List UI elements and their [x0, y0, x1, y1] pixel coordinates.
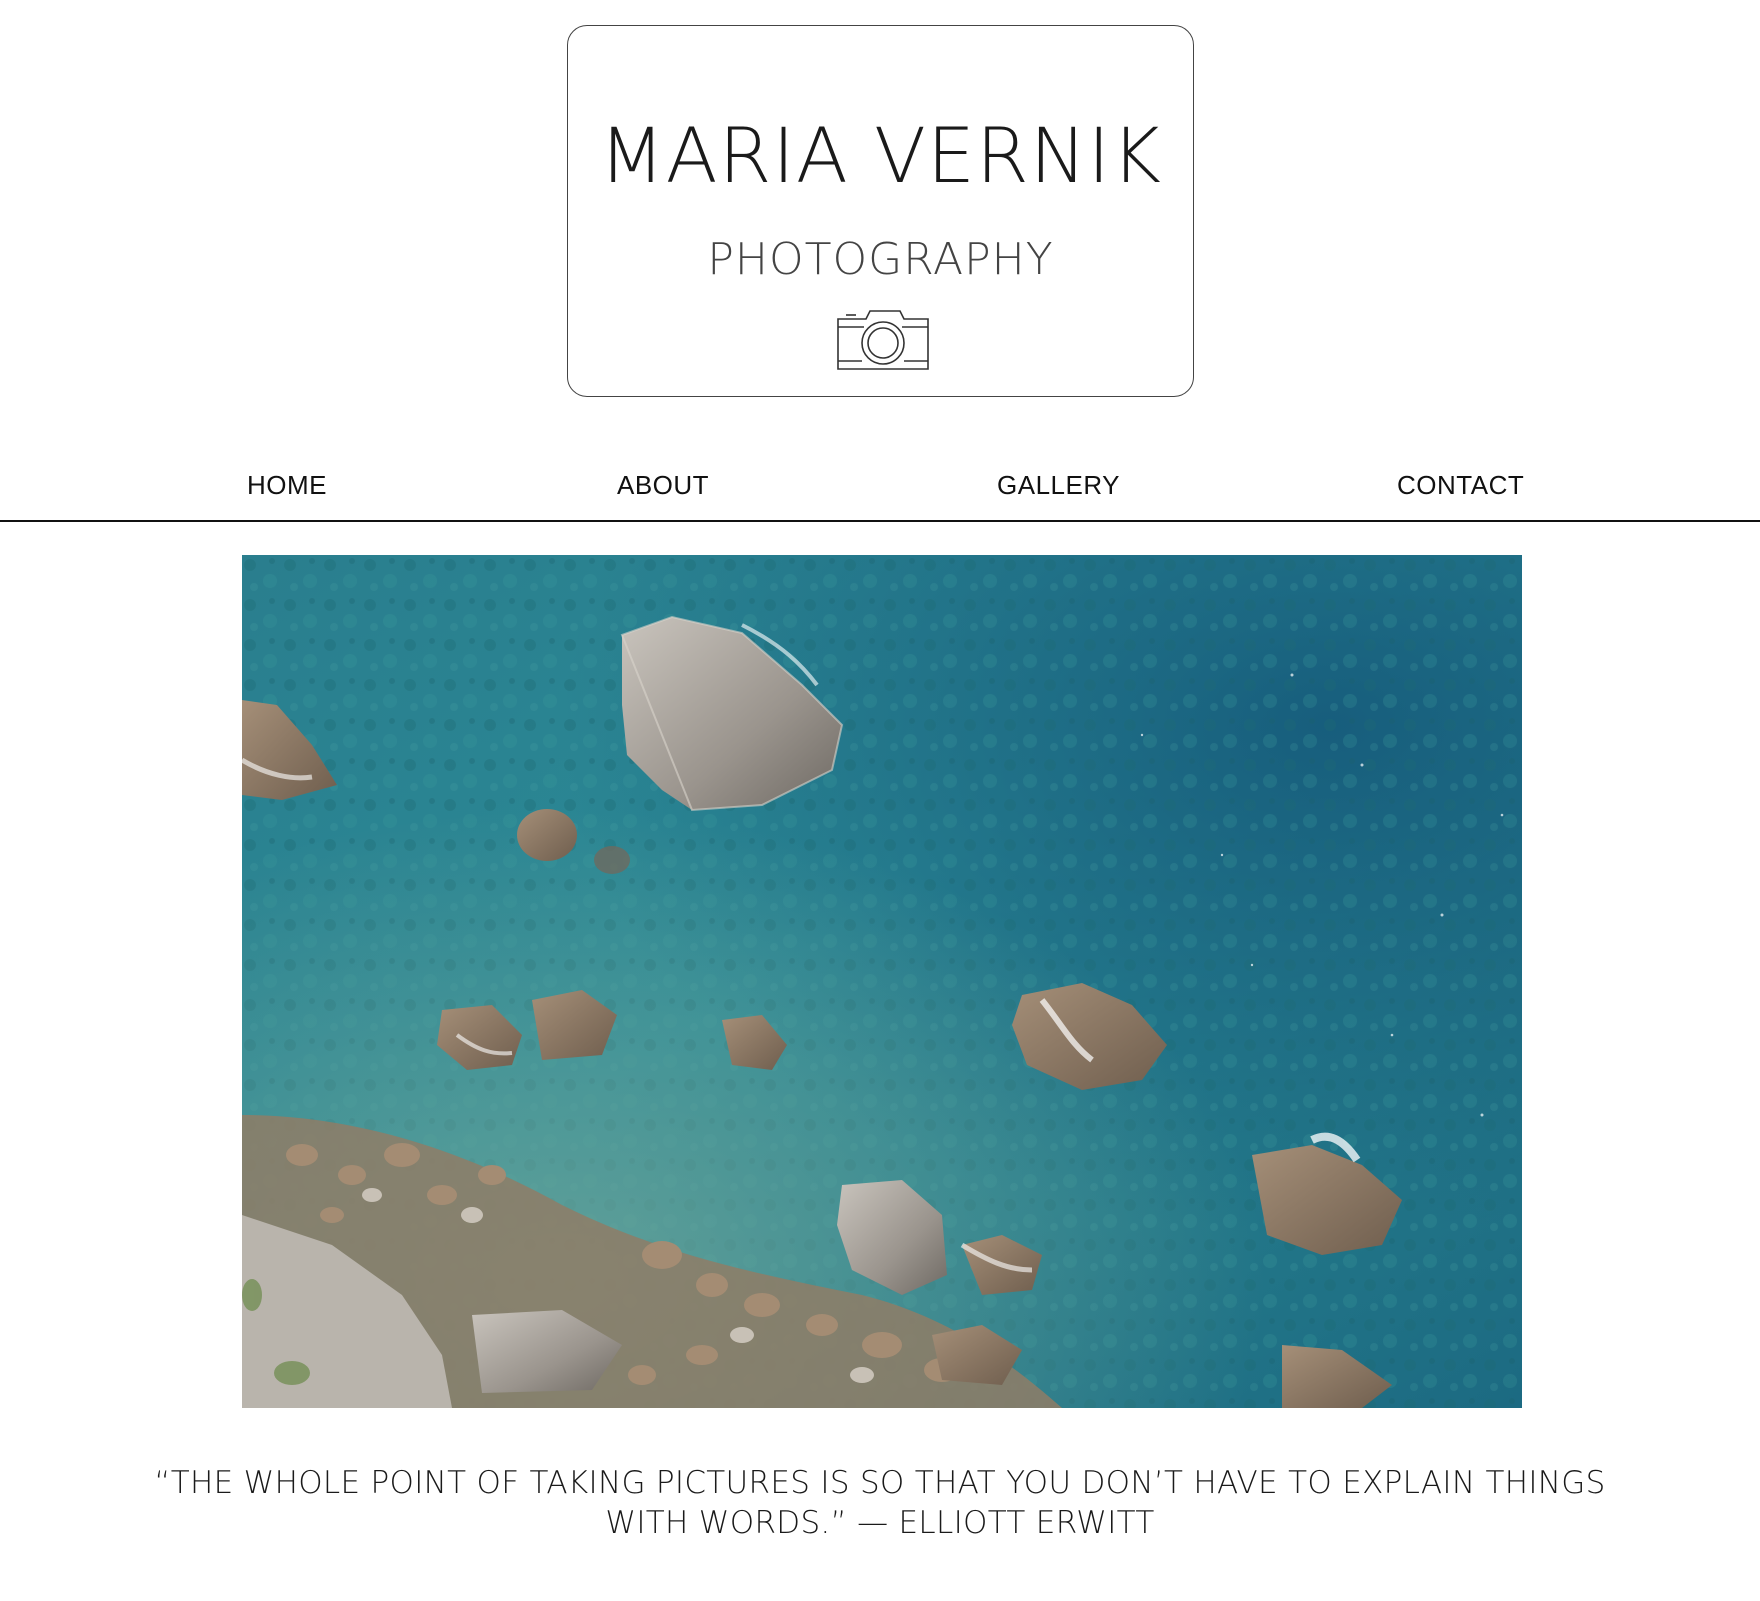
main-nav: HOME ABOUT GALLERY CONTACT [0, 470, 1760, 520]
nav-contact[interactable]: CONTACT [1397, 470, 1524, 501]
quote-line-2: WITH WORDS.” — ELLIOTT ERWITT [605, 1505, 1155, 1541]
page: MARIA VERNIK PHOTOGRAPHY HOME ABOUT GALL… [0, 0, 1760, 1601]
nav-gallery[interactable]: GALLERY [997, 470, 1120, 501]
hero-photo [242, 555, 1522, 1408]
logo-subtitle: PHOTOGRAPHY [707, 234, 1054, 285]
quote: “THE WHOLE POINT OF TAKING PICTURES IS S… [120, 1463, 1640, 1543]
site-logo[interactable]: MARIA VERNIK PHOTOGRAPHY [567, 25, 1194, 397]
hero-photo-image [242, 555, 1522, 1408]
nav-about[interactable]: ABOUT [617, 470, 709, 501]
logo-title: MARIA VERNIK [599, 111, 1162, 200]
nav-divider [0, 520, 1760, 522]
camera-icon [837, 310, 929, 370]
quote-line-1: “THE WHOLE POINT OF TAKING PICTURES IS S… [154, 1465, 1606, 1501]
nav-home[interactable]: HOME [247, 470, 327, 501]
